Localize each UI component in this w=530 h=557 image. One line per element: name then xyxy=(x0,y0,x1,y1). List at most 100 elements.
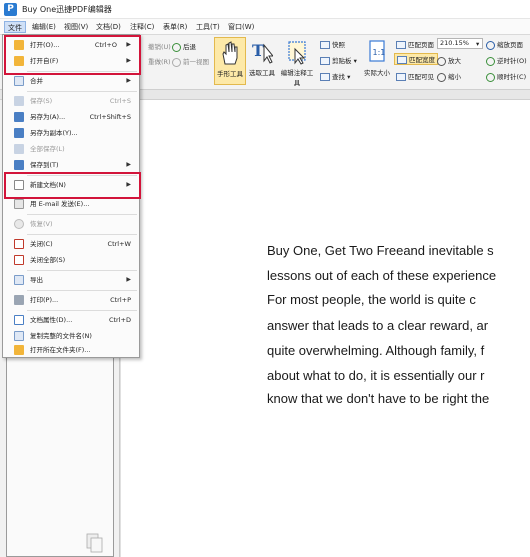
document-properties-menu-item[interactable]: 文档属性(D)... Ctrl+D xyxy=(3,313,139,327)
menu-separator xyxy=(27,290,137,291)
app-logo-icon: P xyxy=(4,3,17,16)
doc-text-line: Buy One, Get Two Freeand inevitable s xyxy=(267,243,494,258)
save-menu-item[interactable]: 保存(S) Ctrl+S xyxy=(3,94,139,108)
clipboard-icon xyxy=(320,57,330,65)
doc-text-line: lessons out of each of these experience xyxy=(267,268,497,283)
fit-width-icon xyxy=(397,56,407,64)
undo-button[interactable]: 撤销(U) xyxy=(148,41,171,51)
menu-tools[interactable]: 工具(T) xyxy=(193,21,223,33)
menu-file[interactable]: 文件 xyxy=(4,21,26,33)
rotate-cw-button[interactable]: 顺时针(C) xyxy=(486,71,526,82)
combine-menu-item[interactable]: 合并 ▶ xyxy=(3,74,139,88)
combine-icon xyxy=(14,76,24,86)
menu-separator xyxy=(27,234,137,235)
save-as-icon xyxy=(14,112,24,122)
fit-visible-icon xyxy=(396,73,406,81)
save-all-icon xyxy=(14,144,24,154)
text-select-icon: T xyxy=(252,41,273,64)
save-to-menu-item[interactable]: 保存到(T) ▶ xyxy=(3,158,139,172)
save-to-icon xyxy=(14,160,24,170)
actual-size-icon: 1:1 xyxy=(369,40,386,62)
save-copy-icon xyxy=(14,128,24,138)
close-all-icon xyxy=(14,255,24,265)
back-arrow-icon xyxy=(172,42,181,52)
forward-button[interactable]: 前一视图 xyxy=(172,56,209,67)
export-icon xyxy=(14,275,24,285)
camera-icon xyxy=(320,41,330,49)
close-document-icon xyxy=(14,239,24,249)
doc-text-line: For most people, the world is quite c xyxy=(267,292,476,307)
print-menu-item[interactable]: 打印(P)... Ctrl+P xyxy=(3,293,139,307)
rotate-cw-icon xyxy=(486,72,495,82)
revert-menu-item[interactable]: 恢复(V) xyxy=(3,217,139,231)
email-menu-item[interactable]: 用 E-mail 发送(E)... xyxy=(3,197,139,211)
doc-text-line: about what to do, it is essentially our … xyxy=(267,368,485,383)
submenu-arrow-icon: ▶ xyxy=(126,276,131,283)
annotation-edit-icon xyxy=(288,41,306,65)
doc-text-line: answer that leads to a clear reward, ar xyxy=(267,318,489,333)
save-icon xyxy=(14,96,24,106)
hand-tool-button[interactable]: 手形工具 xyxy=(214,37,246,85)
highlight-box-new-document xyxy=(4,172,141,199)
hand-icon xyxy=(222,41,238,65)
open-folder-icon xyxy=(14,345,24,355)
menu-bar: 文件 编辑(E) 视图(V) 文档(D) 注释(C) 表单(R) 工具(T) 窗… xyxy=(0,19,530,35)
document-properties-icon xyxy=(14,315,24,325)
zoom-page-button[interactable]: 缩放页面 xyxy=(486,39,523,50)
snapshot-button[interactable]: 快照 xyxy=(320,39,345,49)
zoom-out-button[interactable]: 缩小 xyxy=(437,71,461,82)
zoom-out-icon xyxy=(437,72,446,82)
forward-arrow-icon xyxy=(172,57,181,67)
doc-text-line: know that we don't have to be right the xyxy=(267,391,490,406)
zoom-page-icon xyxy=(486,40,495,50)
email-icon xyxy=(14,199,24,209)
fit-page-icon xyxy=(396,41,406,49)
clipboard-button[interactable]: 剪贴板 ▾ xyxy=(320,55,357,65)
close-menu-item[interactable]: 关闭(C) Ctrl+W xyxy=(3,237,139,251)
menu-separator xyxy=(27,214,137,215)
revert-icon xyxy=(14,219,24,229)
menu-window[interactable]: 窗口(W) xyxy=(225,21,257,33)
menu-separator xyxy=(27,270,137,271)
back-button[interactable]: 后退 xyxy=(172,41,196,52)
menu-form[interactable]: 表单(R) xyxy=(160,21,190,33)
binoculars-icon xyxy=(320,73,330,81)
title-bar: P Buy One迅捷PDF编辑器 xyxy=(0,0,530,19)
menu-view[interactable]: 视图(V) xyxy=(61,21,91,33)
svg-text:1:1: 1:1 xyxy=(373,48,386,57)
pages-icon[interactable] xyxy=(86,533,104,553)
menu-edit[interactable]: 编辑(E) xyxy=(29,21,59,33)
redo-button[interactable]: 重做(R) xyxy=(148,56,171,66)
zoom-in-button[interactable]: 放大 xyxy=(437,55,461,66)
fit-page-button[interactable]: 匹配页面 xyxy=(396,39,434,49)
zoom-in-icon xyxy=(437,56,446,66)
menu-separator xyxy=(27,310,137,311)
submenu-arrow-icon: ▶ xyxy=(126,77,131,84)
menu-separator xyxy=(27,91,137,92)
fit-visible-button[interactable]: 匹配可见 xyxy=(396,71,434,81)
copy-icon xyxy=(14,331,24,341)
highlight-box-open xyxy=(4,35,141,75)
menu-comment[interactable]: 注释(C) xyxy=(127,21,157,33)
select-tool-button[interactable]: T 选取工具 xyxy=(246,37,278,85)
export-menu-item[interactable]: 导出 ▶ xyxy=(3,273,139,287)
menu-document[interactable]: 文档(D) xyxy=(93,21,124,33)
save-all-menu-item[interactable]: 全部保存(L) xyxy=(3,142,139,156)
fit-width-button[interactable]: 匹配宽度 xyxy=(394,53,438,65)
save-copy-menu-item[interactable]: 另存为副本(Y)... xyxy=(3,126,139,140)
app-title: Buy One迅捷PDF编辑器 xyxy=(22,5,112,14)
actual-size-button[interactable]: 1:1 实际大小 xyxy=(361,37,393,85)
printer-icon xyxy=(14,295,24,305)
svg-text:T: T xyxy=(252,41,264,60)
copy-filename-menu-item[interactable]: 复制完整的文件名(N) xyxy=(3,329,139,343)
find-button[interactable]: 查找 ▾ xyxy=(320,71,350,81)
open-folder-menu-item[interactable]: 打开所在文件夹(F)... xyxy=(3,343,139,357)
submenu-arrow-icon: ▶ xyxy=(126,161,131,168)
zoom-dropdown-arrow[interactable]: ▾ xyxy=(476,40,479,48)
doc-text-line: quite overwhelming. Although family, f xyxy=(267,343,485,358)
rotate-ccw-button[interactable]: 逆时针(O) xyxy=(486,55,527,66)
close-all-menu-item[interactable]: 关闭全部(S) xyxy=(3,253,139,267)
save-as-menu-item[interactable]: 另存为(A)... Ctrl+Shift+S xyxy=(3,110,139,124)
rotate-ccw-icon xyxy=(486,56,495,66)
edit-annotation-tool-button[interactable]: 编辑注释工具 xyxy=(278,37,316,87)
